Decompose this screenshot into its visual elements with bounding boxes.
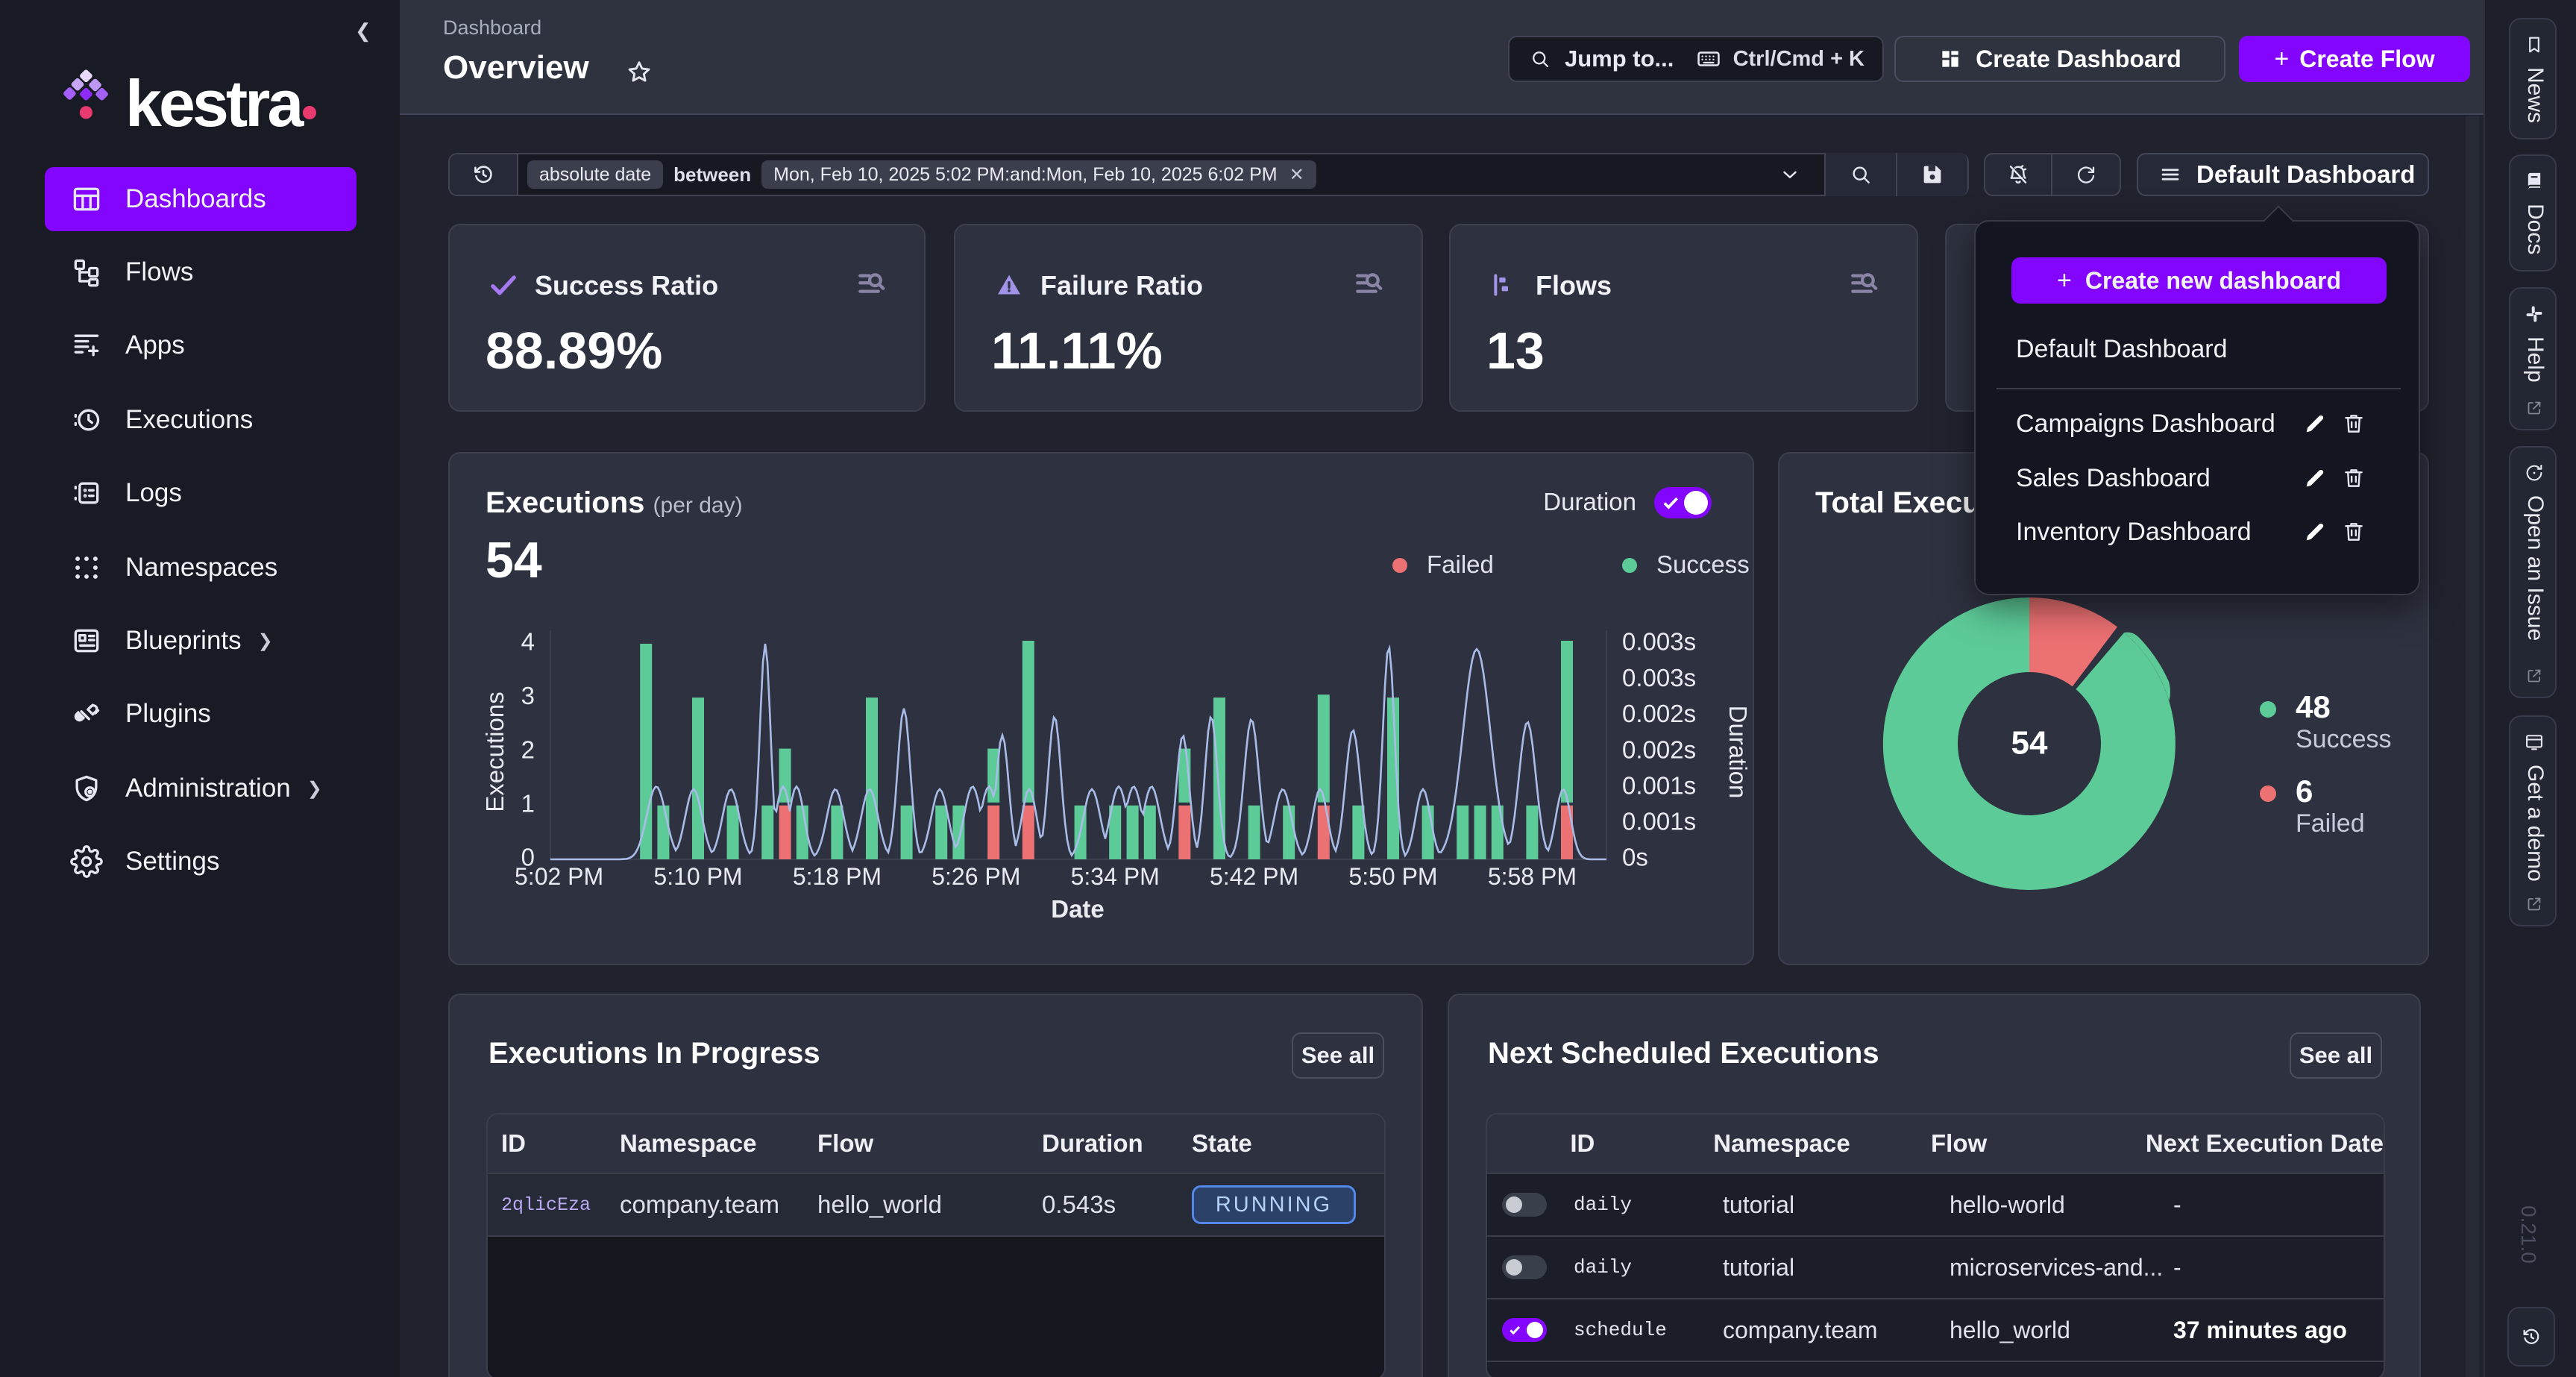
svg-text:0.003s: 0.003s [1622,628,1696,656]
svg-text:5:10 PM: 5:10 PM [653,863,742,890]
svg-text:2: 2 [521,735,535,763]
svg-text:0.002s: 0.002s [1622,735,1696,763]
svg-text:0.002s: 0.002s [1622,700,1696,727]
svg-text:4: 4 [521,628,535,656]
svg-text:5:50 PM: 5:50 PM [1348,863,1437,890]
svg-text:0s: 0s [1622,844,1648,871]
svg-text:5:58 PM: 5:58 PM [1488,863,1577,890]
svg-text:5:18 PM: 5:18 PM [793,863,882,890]
svg-text:5:02 PM: 5:02 PM [515,863,603,890]
svg-text:54: 54 [2011,725,2048,762]
svg-text:0.003s: 0.003s [1622,664,1696,691]
svg-text:3: 3 [521,682,535,709]
svg-text:Date: Date [1051,895,1105,923]
svg-text:Executions: Executions [481,691,509,812]
svg-text:0.001s: 0.001s [1622,808,1696,835]
svg-text:Duration: Duration [1724,706,1752,799]
svg-text:5:34 PM: 5:34 PM [1071,863,1160,890]
svg-text:0.001s: 0.001s [1622,771,1696,799]
svg-text:5:26 PM: 5:26 PM [932,863,1020,890]
svg-text:1: 1 [521,790,535,818]
svg-text:5:42 PM: 5:42 PM [1210,863,1298,890]
